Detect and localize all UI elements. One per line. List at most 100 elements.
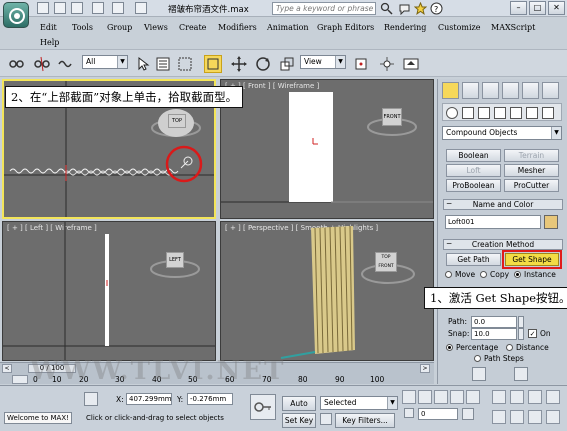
menu-views[interactable]: Views	[144, 23, 168, 32]
menu-modifiers[interactable]: Modifiers	[218, 23, 257, 32]
menu-rendering[interactable]: Rendering	[384, 23, 426, 32]
favorites-icon[interactable]	[413, 1, 428, 15]
zoom-icon[interactable]	[492, 390, 506, 404]
viewport-perspective[interactable]: [ + ] [ Perspective ] [ Smooth + Highlig…	[220, 221, 434, 361]
menu-graph-editors[interactable]: Graph Editors	[317, 23, 374, 32]
zoom-extents-all-icon[interactable]	[546, 390, 560, 404]
select-and-rotate-icon[interactable]	[254, 55, 272, 73]
name-and-color-rollout[interactable]: − Name and Color	[443, 199, 563, 210]
set-key-button[interactable]: Set Key	[282, 413, 316, 428]
viewcube-front[interactable]: FRONT	[382, 108, 402, 126]
key-mode-dropdown[interactable]: Selected ▼	[320, 396, 398, 410]
pan-view-icon[interactable]	[510, 410, 524, 424]
search-input[interactable]: Type a keyword or phrase	[272, 2, 376, 15]
bind-to-space-warp-icon[interactable]	[57, 55, 75, 73]
zoom-extents-icon[interactable]	[528, 390, 542, 404]
slider-prev-icon[interactable]: <	[2, 364, 12, 373]
menu-help[interactable]: Help	[40, 38, 59, 47]
select-and-move-icon[interactable]	[230, 55, 248, 73]
get-shape-button[interactable]: Get Shape	[505, 253, 559, 266]
open-file-icon[interactable]	[54, 2, 66, 14]
display-tab-icon[interactable]	[522, 82, 539, 99]
object-name-field[interactable]: Loft001	[445, 215, 541, 229]
menu-group[interactable]: Group	[107, 23, 132, 32]
orbit-icon[interactable]	[528, 410, 542, 424]
minimize-button[interactable]: –	[510, 1, 527, 15]
rectangular-selection-icon[interactable]	[176, 55, 194, 73]
snap-on-checkbox[interactable]: ✓	[528, 329, 537, 338]
x-coordinate-field[interactable]: 407.299mm	[126, 393, 172, 405]
get-path-button[interactable]: Get Path	[446, 253, 501, 266]
unlink-selection-icon[interactable]	[33, 55, 51, 73]
play-icon[interactable]	[434, 390, 448, 404]
field-of-view-icon[interactable]	[492, 410, 506, 424]
go-to-end-icon[interactable]	[466, 390, 480, 404]
current-frame-field[interactable]: 0	[418, 408, 458, 420]
terrain-button[interactable]: Terrain	[504, 149, 559, 162]
path-value-field[interactable]: 0.0	[471, 316, 517, 328]
category-dropdown[interactable]: Compound Objects ▼	[442, 126, 562, 140]
systems-icon[interactable]	[542, 107, 554, 119]
motion-tab-icon[interactable]	[502, 82, 519, 99]
menu-customize[interactable]: Customize	[438, 23, 481, 32]
hierarchy-tab-icon[interactable]	[482, 82, 499, 99]
snap-spinner[interactable]	[518, 328, 524, 340]
space-warps-icon[interactable]	[526, 107, 538, 119]
previous-frame-icon[interactable]	[418, 390, 432, 404]
viewport-left[interactable]: [ + ] [ Left ] [ Wireframe ] LEFT	[2, 221, 216, 361]
menu-create[interactable]: Create	[179, 23, 206, 32]
menu-edit[interactable]: Edit	[40, 23, 57, 32]
time-configuration-icon[interactable]	[462, 408, 474, 420]
procutter-button[interactable]: ProCutter	[504, 179, 559, 192]
menu-animation[interactable]: Animation	[267, 23, 309, 32]
reference-coordinate-dropdown[interactable]: View ▼	[300, 55, 346, 69]
y-coordinate-field[interactable]: -0.276mm	[187, 393, 233, 405]
instance-radio[interactable]	[514, 271, 521, 278]
move-radio[interactable]	[445, 271, 452, 278]
lock-selection-icon[interactable]	[84, 392, 98, 406]
project-folder-icon[interactable]	[135, 2, 147, 14]
next-frame-icon[interactable]	[450, 390, 464, 404]
track-bar-icon[interactable]	[12, 375, 28, 384]
maximize-button[interactable]: □	[529, 1, 546, 15]
communication-center-icon[interactable]	[398, 2, 411, 16]
copy-radio[interactable]	[480, 271, 487, 278]
menu-tools[interactable]: Tools	[72, 23, 93, 32]
viewcube-top[interactable]: TOP	[168, 114, 186, 128]
helpers-icon[interactable]	[510, 107, 522, 119]
maximize-viewport-icon[interactable]	[546, 410, 560, 424]
select-by-name-icon[interactable]	[154, 55, 172, 73]
object-color-swatch[interactable]	[544, 215, 558, 229]
keyboard-shortcut-toggle-icon[interactable]	[402, 55, 420, 73]
utilities-tab-icon[interactable]	[542, 82, 559, 99]
slider-next-icon[interactable]: >	[420, 364, 430, 373]
geometry-icon[interactable]	[446, 107, 458, 119]
close-button[interactable]: ✕	[548, 1, 565, 15]
window-crossing-icon[interactable]	[204, 55, 222, 73]
menu-maxscript[interactable]: MAXScript	[491, 23, 535, 32]
cameras-icon[interactable]	[494, 107, 506, 119]
key-icon[interactable]	[250, 394, 276, 420]
select-and-scale-icon[interactable]	[278, 55, 296, 73]
app-logo-icon[interactable]	[3, 2, 29, 28]
key-filters-button[interactable]: Key Filters...	[335, 413, 395, 428]
zoom-all-icon[interactable]	[510, 390, 524, 404]
search-icon[interactable]	[380, 2, 393, 15]
pivot-center-icon[interactable]	[352, 55, 370, 73]
select-and-link-icon[interactable]	[8, 55, 26, 73]
snap-value-field[interactable]: 10.0	[471, 328, 517, 340]
path-steps-radio[interactable]	[474, 355, 481, 362]
pick-shape-icon[interactable]	[472, 367, 486, 381]
help-icon[interactable]: ?	[430, 2, 443, 15]
path-spinner[interactable]	[518, 316, 524, 328]
select-and-manipulate-icon[interactable]	[378, 55, 396, 73]
save-file-icon[interactable]	[71, 2, 83, 14]
viewcube-perspective[interactable]: TOP FRONT	[375, 252, 397, 272]
creation-method-rollout[interactable]: − Creation Method	[443, 239, 563, 250]
proboolean-button[interactable]: ProBoolean	[446, 179, 501, 192]
percentage-radio[interactable]	[446, 344, 453, 351]
lights-icon[interactable]	[478, 107, 490, 119]
redo-icon[interactable]	[112, 2, 124, 14]
create-tab-icon[interactable]	[442, 82, 459, 99]
modify-tab-icon[interactable]	[462, 82, 479, 99]
